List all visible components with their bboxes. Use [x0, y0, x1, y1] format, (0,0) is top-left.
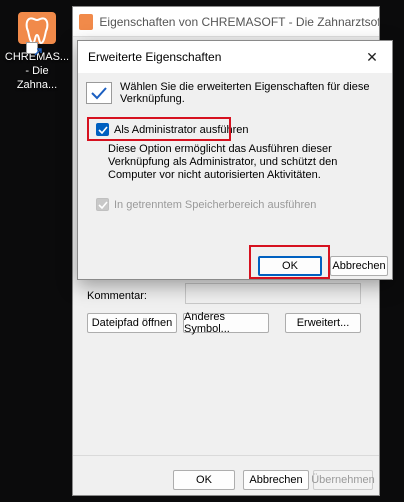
dialog-titlebar: Erweiterte Eigenschaften ✕	[78, 41, 392, 73]
app-icon	[79, 13, 94, 30]
run-as-admin-label: Als Administrator ausführen	[114, 123, 249, 136]
advanced-properties-dialog: Erweiterte Eigenschaften ✕ Wählen Sie di…	[77, 40, 393, 280]
dialog-ok-button[interactable]: OK	[258, 256, 322, 276]
close-icon: ✕	[366, 48, 378, 65]
open-file-path-button[interactable]: Dateipfad öffnen	[87, 313, 177, 333]
apply-button[interactable]: Übernehmen	[311, 470, 375, 490]
info-row: Wählen Sie die erweiterten Eigenschaften…	[86, 81, 392, 105]
separate-memory-checkbox	[96, 198, 109, 211]
admin-description: Diese Option ermöglicht das Ausführen di…	[108, 143, 338, 181]
checkmark-icon	[86, 82, 112, 104]
run-as-admin-checkbox[interactable]	[96, 123, 109, 136]
change-icon-button[interactable]: Anderes Symbol...	[183, 311, 269, 335]
shortcut-arrow-icon	[26, 42, 42, 56]
separate-memory-label: In getrenntem Speicherbereich ausführen	[114, 198, 317, 211]
close-button[interactable]: ✕	[352, 41, 392, 73]
dialog-cancel-button[interactable]: Abbrechen	[330, 256, 388, 276]
tooth-app-icon	[18, 12, 56, 56]
footer-divider	[73, 455, 379, 456]
shortcut-label: CHREMAS... - Die Zahna...	[4, 51, 70, 91]
cancel-button[interactable]: Abbrechen	[243, 470, 309, 490]
comment-label: Kommentar:	[87, 290, 147, 302]
advanced-button[interactable]: Erweitert...	[285, 313, 361, 333]
run-as-admin-checkbox-row[interactable]: Als Administrator ausführen	[96, 123, 249, 136]
desktop-shortcut[interactable]: CHREMAS... - Die Zahna...	[4, 12, 70, 92]
info-text: Wählen Sie die erweiterten Eigenschaften…	[120, 81, 370, 105]
properties-title: Eigenschaften von CHREMASOFT - Die Zahna…	[99, 14, 379, 29]
ok-button[interactable]: OK	[173, 470, 235, 490]
separate-memory-checkbox-row: In getrenntem Speicherbereich ausführen	[96, 198, 316, 211]
comment-input[interactable]	[185, 283, 361, 304]
dialog-title: Erweiterte Eigenschaften	[88, 50, 222, 64]
properties-titlebar: Eigenschaften von CHREMASOFT - Die Zahna…	[73, 7, 379, 37]
